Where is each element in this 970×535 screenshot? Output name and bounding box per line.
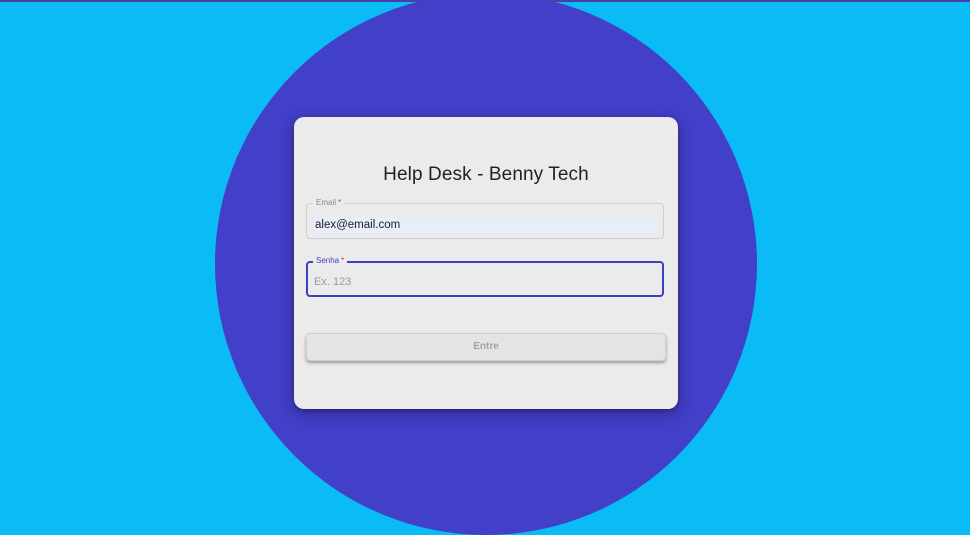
password-field[interactable]: Senha * <box>306 256 664 297</box>
password-label-text: Senha <box>316 256 340 265</box>
email-field[interactable]: Email * alex@email.com <box>306 198 664 239</box>
email-label-text: Email <box>316 198 337 207</box>
login-card: Help Desk - Benny Tech Email * alex@email… <box>294 117 678 409</box>
page-title: Help Desk - Benny Tech <box>383 164 589 185</box>
submit-button[interactable]: Entre <box>306 333 666 361</box>
password-label: Senha * <box>313 256 348 266</box>
password-required-mark: * <box>341 256 345 265</box>
email-input[interactable]: alex@email.com <box>313 217 658 233</box>
email-label: Email * <box>313 198 345 208</box>
password-input[interactable] <box>314 274 654 290</box>
email-required-mark: * <box>338 198 342 207</box>
